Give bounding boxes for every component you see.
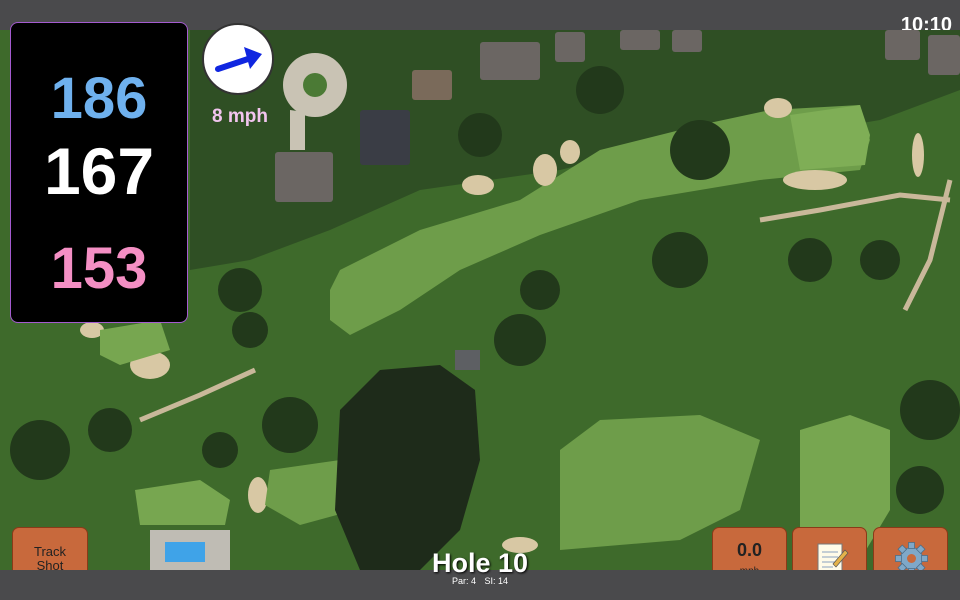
- wind-direction-arrow-icon: [215, 47, 262, 72]
- hole-info: Par: 4 SI: 14: [380, 576, 580, 586]
- hole-title: Hole 10: [431, 548, 529, 578]
- wind-speed: 8 mph: [212, 106, 268, 127]
- distance-front: 153: [50, 236, 148, 301]
- speed-value: 0.0: [736, 540, 763, 560]
- distance-middle: 167: [43, 134, 155, 208]
- track-shot-label: Track Shot: [33, 544, 67, 573]
- distance-panel: 186 167 153: [10, 22, 188, 323]
- hole-stroke-index: SI: 14: [484, 576, 509, 586]
- distance-back: 186: [50, 66, 148, 131]
- hole-par: Par: 4: [451, 576, 476, 586]
- wind-indicator: [202, 23, 274, 95]
